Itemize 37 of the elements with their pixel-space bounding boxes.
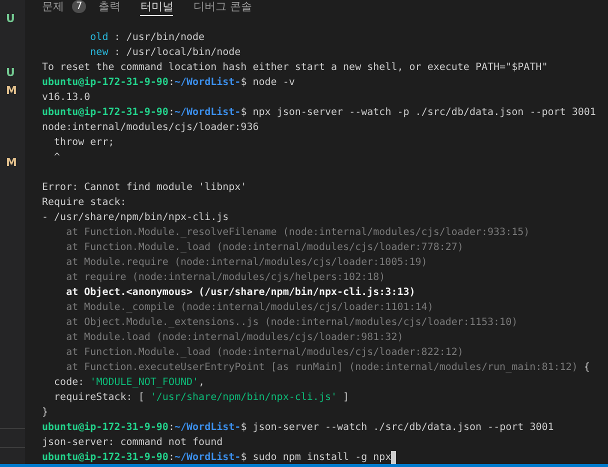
terminal-line: at Object.Module._extensions..js (node:internal/modules/cjs/loader:1153:10) [65, 316, 518, 330]
panel-tab[interactable]: 디버그 콘솔 [193, 0, 252, 16]
terminal-line: v16.13.0 [42, 91, 90, 105]
terminal-line: new : /usr/local/bin/node [89, 46, 241, 60]
terminal-line: throw err; [53, 136, 114, 150]
count-badge: 7 [72, 0, 86, 13]
terminal-line: } [42, 406, 48, 420]
git-status-letter: M [6, 84, 17, 96]
terminal-line: at Module.require (node:internal/modules/cjs/loader:1005:19) [65, 256, 428, 270]
terminal-line: Require stack: [42, 196, 126, 210]
terminal-line: ubuntu@ip-172-31-9-90:~/WordList-$ sudo npm install -g npx [42, 450, 392, 465]
panel-tab[interactable]: 터미널 [140, 0, 174, 16]
terminal-line: at Object.<anonymous> (/usr/share/npm/bin/npx-cli.js:3:13) [65, 286, 416, 300]
terminal-line: at Module._compile (node:internal/modules/cjs/loader:1101:14) [65, 301, 434, 315]
terminal-line: at Function.Module._load (node:internal/modules/cjs/loader:778:27) [65, 241, 464, 255]
terminal-line: code: 'MODULE_NOT_FOUND', [53, 376, 205, 390]
terminal-line: at Function.Module._resolveFilename (node:internal/modules/cjs/loader:933:15) [65, 226, 530, 240]
terminal-line: node:internal/modules/cjs/loader:936 [42, 121, 259, 135]
git-status-letter: M [6, 156, 17, 168]
terminal-line: ubuntu@ip-172-31-9-90:~/WordList-$ npx json-server --watch -p ./src/db/data.json --port 3001 [42, 106, 596, 120]
git-status-letter: U [6, 12, 15, 24]
terminal-line: - /usr/share/npm/bin/npx-cli.js [42, 211, 229, 225]
terminal-line: Error: Cannot find module 'libnpx' [42, 181, 247, 195]
terminal-line: old : /usr/bin/node [89, 31, 205, 45]
terminal-line: json-server: command not found [42, 436, 223, 450]
terminal-line: To reset the command location hash either start a new shell, or execute PATH="$PATH" [42, 61, 548, 75]
terminal-line: ubuntu@ip-172-31-9-90:~/WordList-$ node -v [42, 76, 295, 90]
terminal-line: at require (node:internal/modules/cjs/helpers:102:18) [65, 271, 386, 285]
terminal-line: at Module.load (node:internal/modules/cjs/loader:981:32) [65, 331, 404, 345]
panel-tab[interactable]: 출력 [98, 0, 120, 16]
terminal-line: requireStack: [ '/usr/share/npm/bin/npx-cli.js' ] [53, 391, 350, 405]
terminal-line: at Function.Module._load (node:internal/modules/cjs/loader:822:12) [65, 346, 464, 360]
terminal-line: at Function.executeUserEntryPoint [as runMain] (node:internal/modules/run_main:81:12) { [65, 361, 590, 375]
git-status-letter: U [6, 66, 15, 78]
terminal-line: ^ [53, 151, 60, 165]
panel-tab[interactable]: 문제 [42, 0, 64, 16]
terminal-line: ubuntu@ip-172-31-9-90:~/WordList-$ json-server --watch ./src/db/data.json --port 3001 [42, 420, 554, 435]
